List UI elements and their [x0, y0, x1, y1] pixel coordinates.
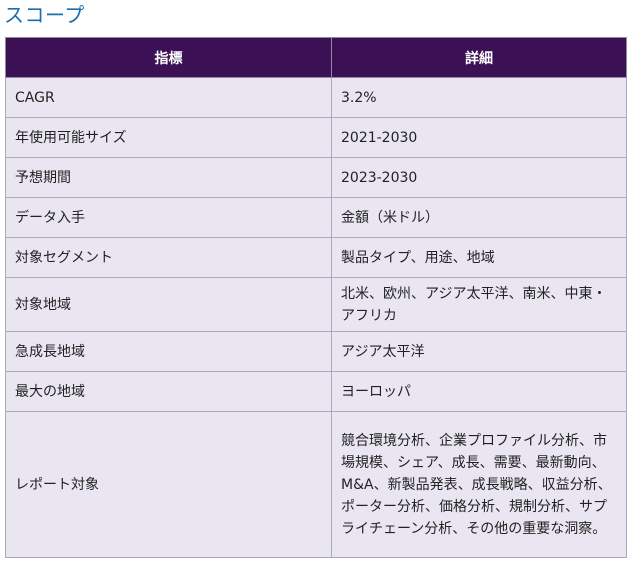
table-header-row: 指標 詳細 — [5, 37, 627, 78]
table-row: データ入手 金額（米ドル） — [5, 197, 627, 238]
row-metric-segments: 対象セグメント — [5, 237, 332, 278]
row-detail-regions: 北米、欧州、アジア太平洋、南米、中東・アフリカ — [331, 277, 627, 332]
column-header-detail: 詳細 — [331, 37, 627, 78]
row-detail-segments: 製品タイプ、用途、地域 — [331, 237, 627, 278]
table-row: 対象セグメント 製品タイプ、用途、地域 — [5, 237, 627, 278]
row-metric-regions: 対象地域 — [5, 277, 332, 332]
table-row: 対象地域 北米、欧州、アジア太平洋、南米、中東・アフリカ — [5, 277, 627, 332]
row-metric-fastest-region: 急成長地域 — [5, 331, 332, 372]
row-metric-largest-region: 最大の地域 — [5, 371, 332, 412]
row-detail-report-coverage: 競合環境分析、企業プロファイル分析、市場規模、シェア、成長、需要、最新動向、M&… — [331, 411, 627, 558]
row-metric-forecast-period: 予想期間 — [5, 157, 332, 198]
row-detail-data-available: 金額（米ドル） — [331, 197, 627, 238]
table-row: 予想期間 2023-2030 — [5, 157, 627, 198]
row-metric-data-available: データ入手 — [5, 197, 332, 238]
table-row: 急成長地域 アジア太平洋 — [5, 331, 627, 372]
table-row: 年使用可能サイズ 2021-2030 — [5, 117, 627, 158]
row-detail-usable-size-years: 2021-2030 — [331, 117, 627, 158]
row-metric-cagr: CAGR — [5, 77, 332, 118]
table-row: レポート対象 競合環境分析、企業プロファイル分析、市場規模、シェア、成長、需要、… — [5, 411, 627, 558]
column-header-metric: 指標 — [5, 37, 332, 78]
row-detail-fastest-region: アジア太平洋 — [331, 331, 627, 372]
row-metric-usable-size-years: 年使用可能サイズ — [5, 117, 332, 158]
table-row: 最大の地域 ヨーロッパ — [5, 371, 627, 412]
table-row: CAGR 3.2% — [5, 77, 627, 118]
row-detail-cagr: 3.2% — [331, 77, 627, 118]
row-metric-report-coverage: レポート対象 — [5, 411, 332, 558]
row-detail-forecast-period: 2023-2030 — [331, 157, 627, 198]
page-title: スコープ — [4, 3, 85, 27]
scope-table: 指標 詳細 CAGR 3.2% 年使用可能サイズ 2021-2030 予想期間 … — [5, 37, 627, 558]
row-detail-largest-region: ヨーロッパ — [331, 371, 627, 412]
